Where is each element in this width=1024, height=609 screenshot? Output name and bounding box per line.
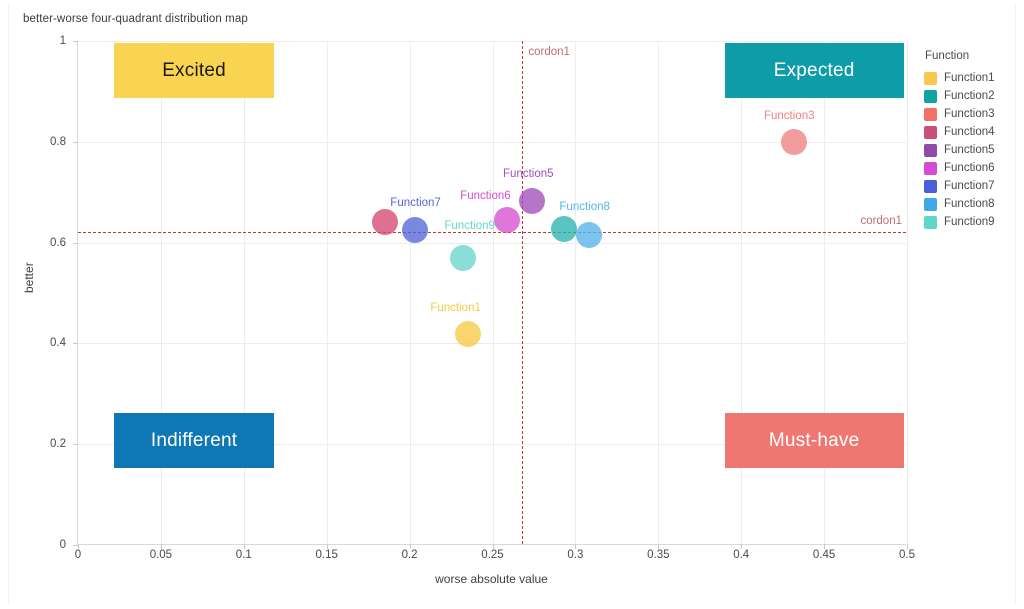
legend-item-function8[interactable]: Function8 (924, 195, 1024, 213)
quadrant-label-indifferent: Indifferent (114, 412, 274, 469)
gridline-vertical (492, 41, 494, 544)
x-tick-label: 0.2 (401, 549, 418, 561)
gridline-vertical (243, 41, 245, 544)
chart-page: better-worse four-quadrant distribution … (0, 0, 1024, 609)
x-tick-label: 0 (74, 549, 82, 561)
legend-item-label: Function4 (944, 126, 995, 138)
legend-title: Function (925, 50, 970, 62)
x-tick-label: 0.15 (315, 549, 338, 561)
y-tick-label: 0.8 (50, 135, 66, 148)
data-point-label-function5: Function5 (503, 167, 554, 180)
legend-swatch-icon (924, 89, 937, 103)
gridline-vertical (409, 41, 411, 544)
chart-card: better-worse four-quadrant distribution … (8, 4, 1016, 604)
legend-swatch-icon (924, 71, 937, 85)
x-tick-label: 0.35 (647, 549, 670, 561)
y-tick-mark (73, 343, 78, 345)
x-axis-title: worse absolute value (435, 572, 548, 586)
data-point-function9[interactable] (449, 244, 476, 271)
legend-item-label: Function9 (944, 216, 995, 228)
y-tick-mark (73, 444, 78, 446)
quadrant-label-expected: Expected (724, 43, 904, 99)
legend-item-function7[interactable]: Function7 (924, 177, 1024, 195)
legend: Function Function1 Function2 Function3 Func… (924, 50, 1024, 231)
x-tick-label: 0.3 (567, 549, 584, 561)
data-point-label-function9: Function9 (444, 219, 495, 232)
legend-swatch-icon (924, 143, 937, 157)
legend-swatch-icon (924, 197, 937, 211)
cordon-label: cordon1 (528, 46, 570, 58)
x-tick-label: 0.45 (812, 549, 836, 561)
plot-area: Excited Expected Indifferent Must-have cord… (50, 35, 915, 561)
gridline-vertical (824, 41, 826, 544)
chart-title: better-worse four-quadrant distribution … (23, 13, 248, 25)
legend-swatch-icon (924, 125, 937, 139)
data-point-function6[interactable] (494, 206, 521, 233)
legend-item-label: Function6 (944, 162, 995, 174)
legend-swatch-icon (924, 215, 937, 229)
x-tick-label: 0.5 (899, 549, 915, 561)
legend-swatch-icon (924, 179, 937, 193)
legend-item-label: Function1 (944, 72, 995, 84)
legend-item-label: Function8 (944, 198, 995, 210)
data-point-function5[interactable] (519, 187, 546, 214)
data-point-label-function8: Function8 (559, 201, 610, 214)
data-point-label-function1: Function1 (430, 302, 481, 315)
gridline-vertical (326, 41, 328, 544)
quadrant-label-excited: Excited (114, 43, 274, 99)
y-tick-mark (73, 41, 78, 42)
cordon-line-horizontal (78, 231, 906, 233)
legend-items: Function1 Function2 Function3 Function4 Func… (924, 69, 1024, 231)
gridline-horizontal (78, 41, 906, 42)
y-tick-mark (73, 545, 78, 546)
legend-item-function4[interactable]: Function4 (924, 123, 1024, 141)
legend-swatch-icon (924, 161, 937, 175)
legend-item-function3[interactable]: Function3 (924, 105, 1024, 123)
data-point-label-function3: Function3 (763, 109, 815, 122)
data-point-function4[interactable] (371, 209, 398, 236)
y-tick-label: 0.6 (50, 236, 66, 249)
gridline-vertical (907, 41, 908, 544)
quadrant-label-must-have: Must-have (724, 412, 904, 469)
x-tick-label: 0.4 (733, 549, 750, 561)
cordon-line-vertical (522, 41, 524, 544)
x-tick-label: 0.1 (235, 549, 252, 561)
data-point-function3[interactable] (781, 128, 808, 155)
y-tick-mark (73, 141, 78, 143)
cordon-label: cordon1 (860, 214, 902, 227)
legend-item-function2[interactable]: Function2 (924, 87, 1024, 105)
y-tick-mark (73, 242, 78, 244)
legend-item-function6[interactable]: Function6 (924, 159, 1024, 177)
x-tick-label: 0.25 (481, 549, 504, 561)
gridline-vertical (575, 41, 577, 544)
data-point-function8[interactable] (575, 222, 602, 249)
y-tick-label: 0.4 (50, 337, 66, 350)
gridline-vertical (658, 41, 660, 544)
data-point-label-function6: Function6 (460, 189, 511, 202)
y-tick-label: 1 (59, 35, 66, 47)
y-axis-title: better (22, 262, 36, 293)
legend-item-label: Function2 (944, 90, 995, 102)
gridline-horizontal (78, 343, 906, 345)
legend-item-label: Function7 (944, 180, 995, 192)
legend-item-function1[interactable]: Function1 (924, 69, 1024, 87)
legend-swatch-icon (924, 107, 937, 121)
gridline-vertical (741, 41, 743, 544)
y-tick-label: 0.2 (50, 438, 66, 451)
gridline-horizontal (78, 242, 906, 244)
legend-item-function5[interactable]: Function5 (924, 141, 1024, 159)
data-point-function7[interactable] (401, 217, 428, 243)
legend-item-label: Function3 (944, 108, 995, 120)
data-point-function1[interactable] (454, 321, 481, 348)
data-point-function2[interactable] (550, 215, 577, 242)
legend-item-label: Function5 (944, 144, 995, 156)
y-tick-label: 0 (59, 539, 66, 551)
legend-item-function9[interactable]: Function9 (924, 213, 1024, 231)
data-point-label-function7: Function7 (390, 197, 441, 209)
x-tick-label: 0.05 (149, 549, 173, 561)
gridline-vertical (160, 41, 162, 544)
